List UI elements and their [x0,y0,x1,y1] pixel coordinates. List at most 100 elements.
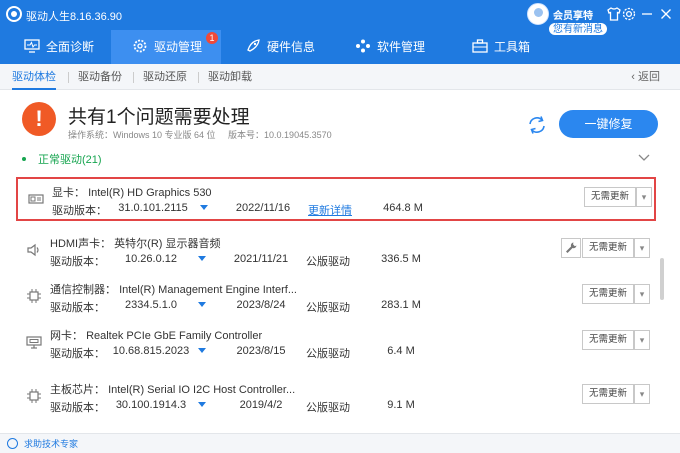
tab-label: 驱动管理 [154,40,203,54]
gear-icon [132,32,148,53]
device-row[interactable]: 显卡： Intel(R) HD Graphics 530 驱动版本： 31.0.10… [16,177,656,221]
version-dropdown-icon[interactable] [198,302,206,307]
version-dropdown-icon[interactable] [200,205,208,210]
monitor-icon [24,32,40,53]
os-info: 操作系统：Windows 10 专业版 64 位 版本号：10.0.19045.… [68,130,332,140]
device-model: Intel(R) Management Engine Interf... [119,284,297,296]
back-label: 返回 [638,71,660,83]
app-logo-icon [6,6,22,22]
driver-size: 9.1 M [387,399,415,411]
minimize-icon[interactable] [639,6,655,22]
driver-size: 283.1 M [381,299,421,311]
shirt-icon[interactable] [606,6,622,22]
driver-version: 10.68.815.2023 [112,345,190,357]
tab-label: 全面诊断 [46,40,95,54]
driver-date: 2023/8/24 [236,299,286,311]
no-update-button[interactable]: 无需更新 [582,384,634,404]
driver-size: 464.8 M [383,202,423,214]
version-label: 驱动版本： [52,205,107,217]
no-update-button[interactable]: 无需更新 [582,284,634,304]
section-label: 正常驱动(21) [38,154,102,166]
no-update-button[interactable]: 无需更新 [582,330,634,350]
device-name: 网卡： Realtek PCIe GbE Family Controller [50,327,262,343]
device-row[interactable]: 主板芯片： Intel(R) Serial IO I2C Host Contro… [16,376,656,420]
speaker-icon [26,242,42,258]
driver-type: 公版驱动 [306,348,350,360]
device-model: Realtek PCIe GbE Family Controller [86,330,263,342]
tab-label: 软件管理 [377,40,426,54]
normal-drivers-section[interactable]: 正常驱动(21) [22,152,102,168]
bullet-icon [22,157,26,161]
subtab-driver-check[interactable]: 驱动体检 [12,64,56,90]
no-update-button[interactable]: 无需更新 [584,187,636,207]
tab-label: 硬件信息 [267,40,316,54]
device-row[interactable]: 通信控制器： Intel(R) Management Engine Interf… [16,276,656,320]
display-card-icon [28,191,44,207]
support-icon[interactable] [7,438,18,449]
divider [68,72,69,83]
driver-type: 公版驱动 [306,256,350,268]
help-expert-link[interactable]: 求助技术专家 [24,437,78,450]
device-name: 通信控制器： Intel(R) Management Engine Interf… [50,281,297,297]
one-click-fix-button[interactable]: 一键修复 [559,110,658,138]
tab-toolbox[interactable]: 工具箱 [472,30,530,64]
chevron-down-icon[interactable]: ▾ [634,330,650,350]
device-name: HDMI声卡： 英特尔(R) 显示器音频 [50,235,221,251]
tab-full-diagnosis[interactable]: 全面诊断 [24,30,94,64]
driver-date: 2023/8/15 [236,345,286,357]
driver-type: 公版驱动 [306,402,350,414]
chevron-down-icon[interactable]: ▾ [636,187,652,207]
no-update-button[interactable]: 无需更新 [582,238,634,258]
close-icon[interactable] [658,6,674,22]
driver-size: 336.5 M [381,253,421,265]
version-dropdown-icon[interactable] [198,256,206,261]
update-details-link[interactable]: 更新详情 [308,202,352,218]
rocket-icon [245,32,261,52]
chevron-down-icon[interactable]: ▾ [634,238,650,258]
back-button[interactable]: ‹ 返回 [631,64,660,90]
chevron-down-icon[interactable]: ▾ [634,384,650,404]
device-row[interactable]: 网卡： Realtek PCIe GbE Family Controller 驱动… [16,322,656,366]
version-dropdown-icon[interactable] [198,402,206,407]
settings-icon[interactable] [621,6,637,22]
tab-label: 工具箱 [494,40,531,54]
divider [133,72,134,83]
refresh-icon[interactable] [526,115,548,138]
message-badge[interactable]: 您有新消息 [548,22,608,36]
chevron-down-icon[interactable]: ▾ [634,284,650,304]
chevron-down-icon[interactable] [638,153,650,165]
avatar[interactable] [527,3,549,25]
device-category: 网卡： [50,330,83,342]
app-title: 驱动人生8.16.36.90 [26,11,122,23]
version-label: 驱动版本： [50,402,105,414]
device-model: 英特尔(R) 显示器音频 [114,238,221,250]
tab-software-management[interactable]: 软件管理 [355,30,425,64]
repair-button[interactable] [561,238,581,258]
driver-date: 2021/11/21 [233,253,289,265]
subtab-driver-backup[interactable]: 驱动备份 [78,64,122,90]
device-category: HDMI声卡： [50,238,112,250]
page-title: 共有1个问题需要处理 [68,107,250,128]
sub-nav: 驱动体检 驱动备份 驱动还原 驱动卸载 ‹ 返回 [0,64,680,90]
subtab-driver-restore[interactable]: 驱动还原 [143,64,187,90]
device-category: 通信控制器： [50,284,116,296]
subtab-driver-uninstall[interactable]: 驱动卸载 [208,64,252,90]
driver-version: 2334.5.1.0 [125,299,177,311]
network-card-icon [26,334,42,350]
tab-hardware-info[interactable]: 硬件信息 [245,30,315,64]
version-dropdown-icon[interactable] [198,348,206,353]
apps-icon [355,32,371,53]
divider [198,72,199,83]
toolbox-icon [472,32,488,53]
tab-driver-management[interactable]: 驱动管理 1 [111,30,221,64]
footer: 求助技术专家 [0,433,680,453]
device-category: 主板芯片： [50,384,105,396]
tab-badge: 1 [206,32,218,44]
scrollbar[interactable] [660,258,664,300]
alert-icon: ! [22,102,56,136]
device-row[interactable]: HDMI声卡： 英特尔(R) 显示器音频 驱动版本： 10.26.0.12 2021/… [16,230,656,274]
device-model: Intel(R) Serial IO I2C Host Controller..… [108,384,296,396]
driver-date: 2019/4/2 [239,399,283,411]
device-name: 显卡： Intel(R) HD Graphics 530 [52,184,212,200]
device-name: 主板芯片： Intel(R) Serial IO I2C Host Contro… [50,381,295,397]
